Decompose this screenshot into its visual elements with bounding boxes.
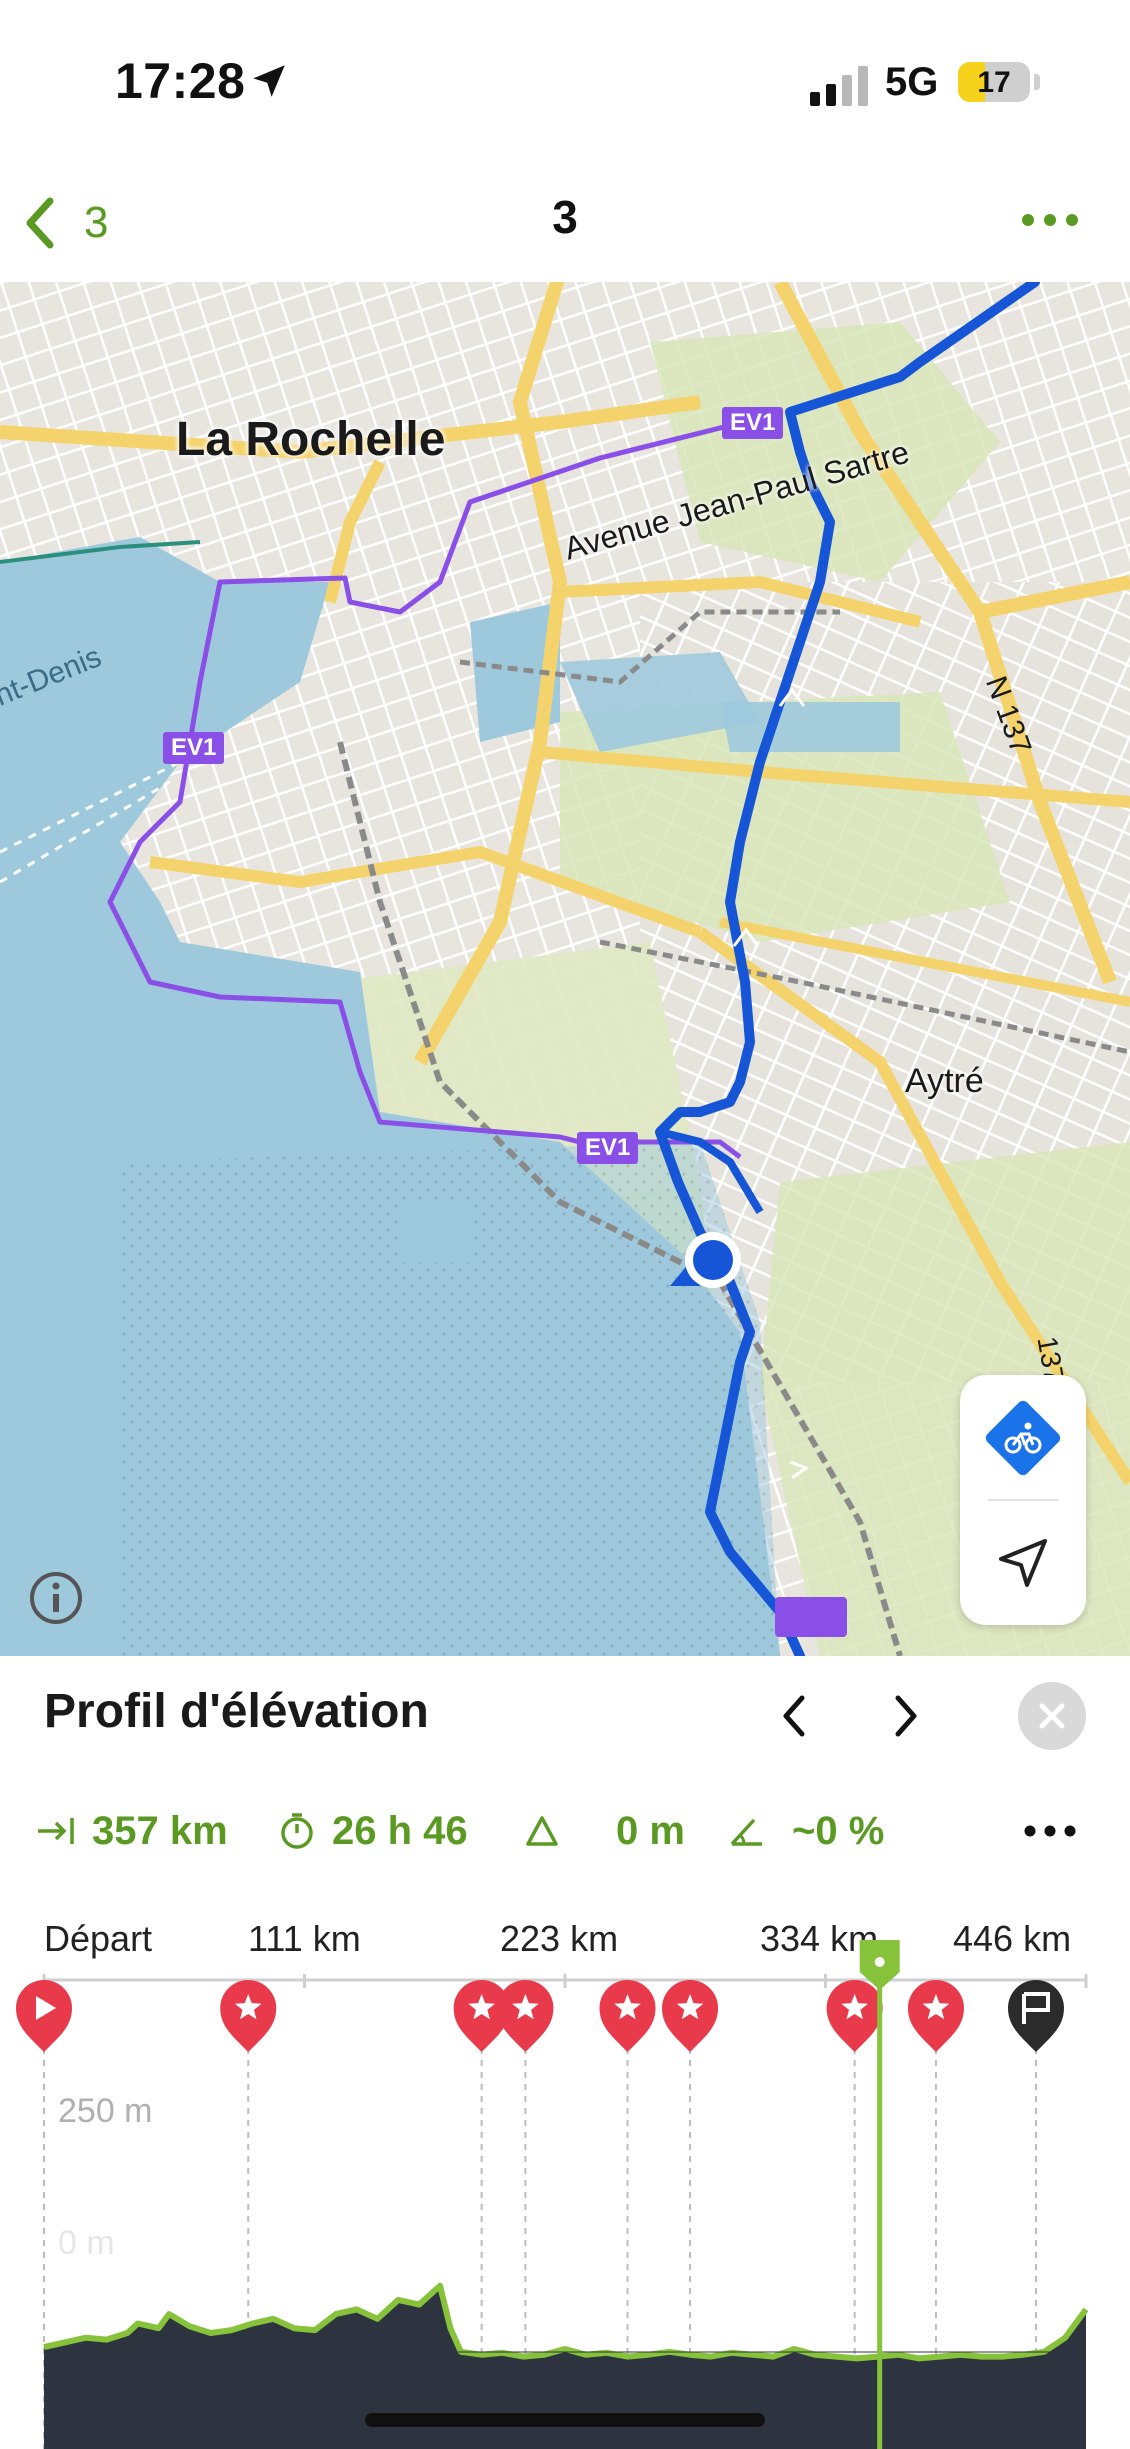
poi-star-icon[interactable] xyxy=(662,1980,719,2052)
poi-markers xyxy=(16,1980,1064,2052)
map-label-city: La Rochelle xyxy=(176,413,446,466)
poi-star-icon[interactable] xyxy=(826,1980,883,2052)
location-arrow-icon xyxy=(253,65,285,97)
home-indicator xyxy=(365,2413,765,2427)
poi-star-icon[interactable] xyxy=(220,1980,277,2052)
poi-star-icon[interactable] xyxy=(907,1980,964,2052)
start-marker-icon[interactable] xyxy=(16,1980,72,2052)
poi-star-icon[interactable] xyxy=(599,1980,656,2052)
cursor-handle-dot xyxy=(874,1957,885,1967)
poi-star-icon[interactable] xyxy=(497,1980,554,2052)
ev1-badge: EV1 xyxy=(722,407,784,439)
more-dots-icon[interactable] xyxy=(1020,210,1080,230)
elevation-label-top: 250 m xyxy=(58,2092,153,2130)
elevation-label-bottom: 0 m xyxy=(58,2224,115,2262)
map-controls xyxy=(960,1375,1086,1625)
bike-mode-button[interactable] xyxy=(960,1375,1086,1500)
map-label-town: Aytré xyxy=(905,1062,984,1100)
nav-bar: 3 3 xyxy=(0,160,1130,282)
locate-arrow-icon xyxy=(999,1538,1047,1587)
battery-nub xyxy=(1034,74,1040,90)
battery-percent: 17 xyxy=(977,66,1011,99)
signal-icon xyxy=(810,66,868,106)
status-time: 17:28 xyxy=(115,53,246,109)
ev1-badge: EV1 xyxy=(163,732,225,764)
status-bar: 17:28 5G 17 xyxy=(0,0,1130,160)
map-view[interactable]: La Rochelle Avenue Jean-Paul Sartre Aytr… xyxy=(0,282,1130,1656)
bike-mode-icon xyxy=(985,1400,1061,1475)
locate-button[interactable] xyxy=(960,1500,1086,1625)
page-title: 3 xyxy=(552,191,578,243)
battery-icon: 17 xyxy=(958,62,1030,102)
ev1-badge: EV1 xyxy=(577,1132,639,1164)
elevation-chart[interactable] xyxy=(0,1656,1130,2449)
info-icon[interactable] xyxy=(28,1570,84,1626)
network-type: 5G xyxy=(885,60,939,104)
elevation-sheet: Profil d'élévation 357 km 26 h 46 0 m ~0… xyxy=(0,1656,1130,2449)
finish-flag-icon[interactable] xyxy=(1007,1980,1064,2052)
